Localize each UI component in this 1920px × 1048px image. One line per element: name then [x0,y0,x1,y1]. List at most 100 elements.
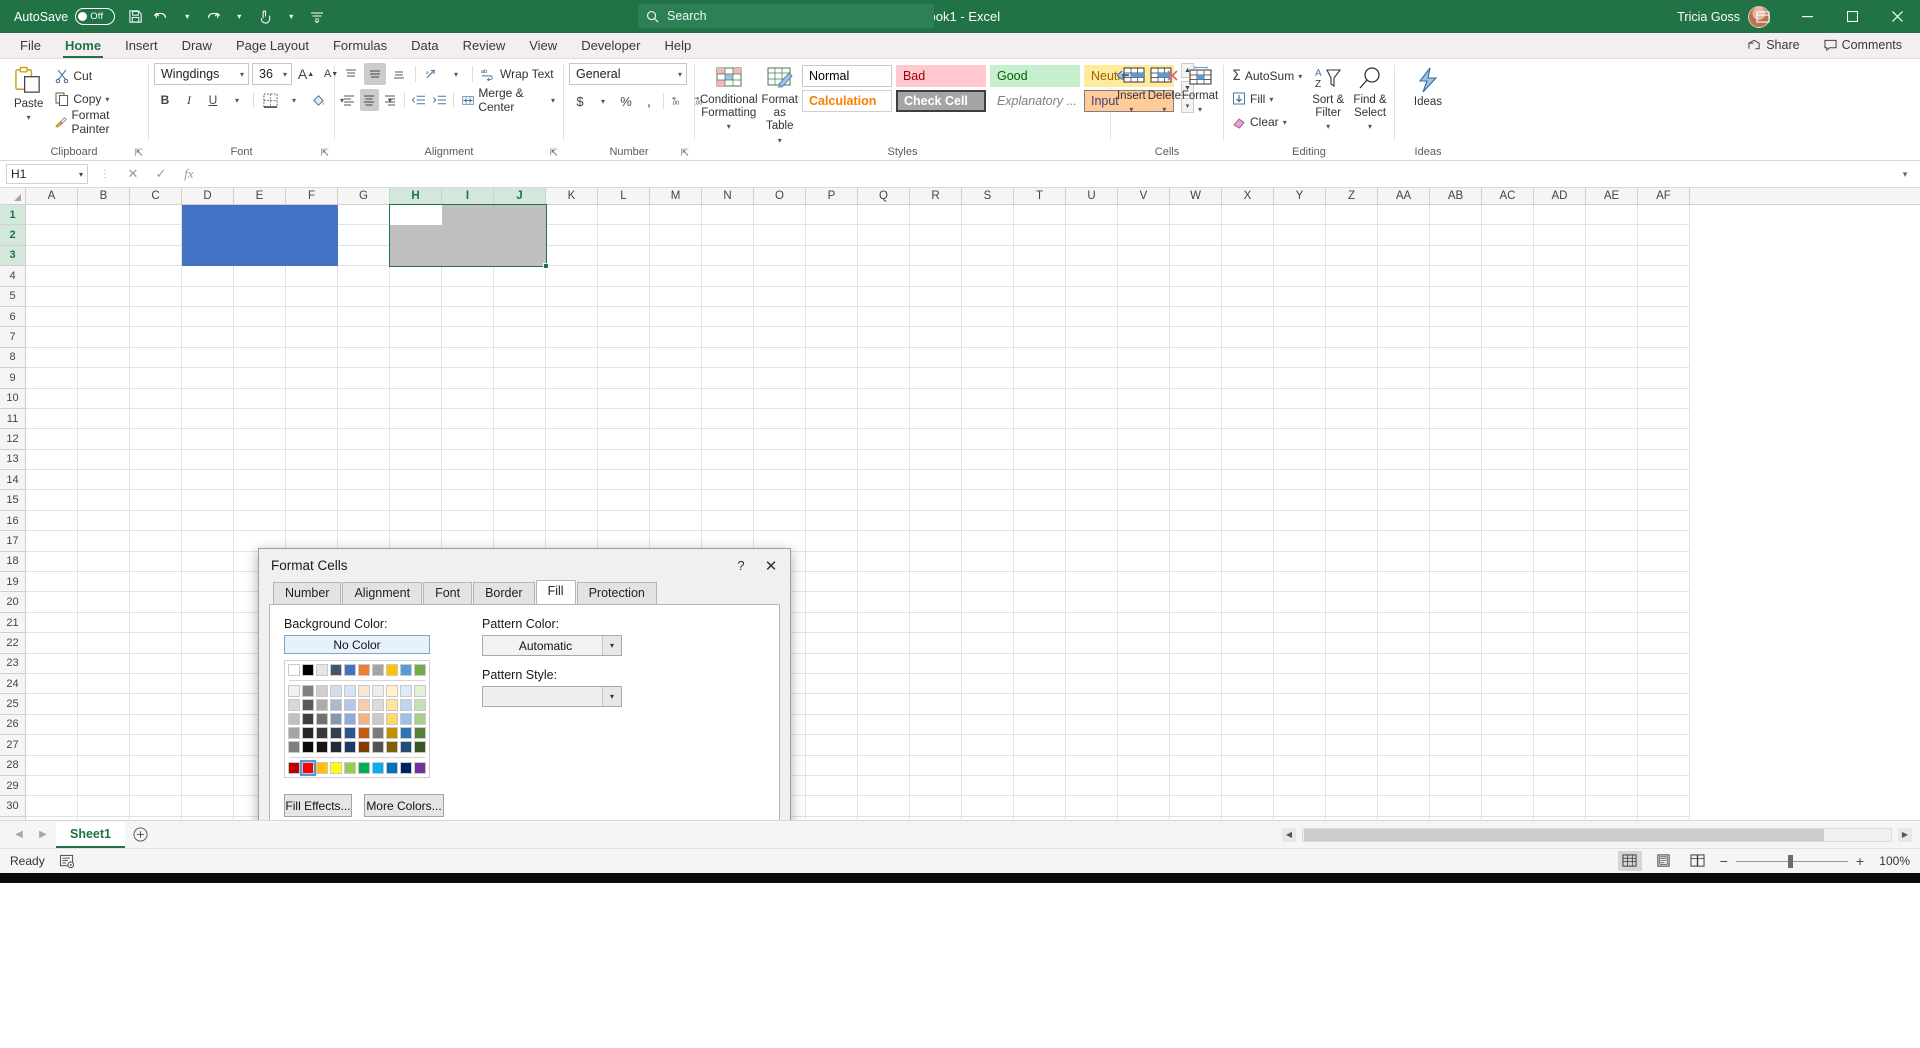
cell-B9[interactable] [78,368,130,389]
cell-G6[interactable] [338,306,390,328]
cell-W26[interactable] [1170,714,1222,736]
cell-AF17[interactable] [1638,531,1690,552]
ribbon-display-options-icon[interactable] [1740,0,1785,33]
cell-AD29[interactable] [1534,775,1586,797]
color-swatch[interactable] [344,685,356,697]
cell-Z13[interactable] [1326,449,1378,471]
cell-Z26[interactable] [1326,714,1378,736]
cell-C27[interactable] [130,735,182,756]
ribbon-tab-data[interactable]: Data [399,35,450,58]
cell-O16[interactable] [754,510,806,532]
paste-dropdown-icon[interactable]: ▾ [27,113,31,122]
color-swatch[interactable] [358,664,370,676]
color-swatch[interactable] [302,685,314,697]
cell-P23[interactable] [806,653,858,674]
cell-T18[interactable] [1014,551,1066,573]
ribbon-tab-help[interactable]: Help [652,35,703,58]
cell-AF6[interactable] [1638,306,1690,328]
cell-V3[interactable] [1118,245,1170,267]
style-normal[interactable]: Normal [801,65,892,87]
cell-M2[interactable] [650,225,702,246]
cell-AA14[interactable] [1378,470,1430,491]
percent-format-button[interactable]: % [615,90,637,112]
color-swatch[interactable] [414,713,426,725]
cell-U3[interactable] [1066,245,1118,267]
cell-X6[interactable] [1222,306,1274,328]
cell-AF13[interactable] [1638,449,1690,471]
cell-B2[interactable] [78,225,130,246]
cell-Q17[interactable] [858,531,910,552]
cell-AD8[interactable] [1534,347,1586,369]
row-header-14[interactable]: 14 [0,470,25,491]
cell-H14[interactable] [390,470,442,491]
cell-T14[interactable] [1014,470,1066,491]
cell-I16[interactable] [442,510,494,532]
cell-AC3[interactable] [1482,245,1534,267]
cell-T30[interactable] [1014,796,1066,817]
cell-A19[interactable] [26,572,78,593]
cell-U13[interactable] [1066,449,1118,471]
color-swatch[interactable] [372,727,384,739]
cell-N15[interactable] [702,490,754,511]
cell-M14[interactable] [650,470,702,491]
autosum-dropdown-icon[interactable]: ▾ [1298,72,1302,81]
cell-J11[interactable] [494,408,546,430]
cell-AF18[interactable] [1638,551,1690,573]
cell-R17[interactable] [910,531,962,552]
paste-button[interactable]: Paste ▾ [5,63,52,122]
cell-R19[interactable] [910,572,962,593]
cell-U31[interactable] [1066,816,1118,820]
ribbon-tab-insert[interactable]: Insert [113,35,170,58]
cell-AE19[interactable] [1586,572,1638,593]
cell-W16[interactable] [1170,510,1222,532]
cell-H11[interactable] [390,408,442,430]
row-header-17[interactable]: 17 [0,531,25,552]
cell-A22[interactable] [26,633,78,654]
cell-AA17[interactable] [1378,531,1430,552]
cell-L11[interactable] [598,408,650,430]
cell-R29[interactable] [910,775,962,797]
expand-formula-bar-icon[interactable]: ▾ [1896,169,1914,180]
cell-AF22[interactable] [1638,633,1690,654]
cell-U25[interactable] [1066,694,1118,715]
cell-R8[interactable] [910,347,962,369]
cell-A12[interactable] [26,429,78,450]
cell-P5[interactable] [806,286,858,307]
cell-S13[interactable] [962,449,1014,471]
cell-AA21[interactable] [1378,612,1430,634]
cell-E12[interactable] [234,429,286,450]
color-swatch[interactable] [358,699,370,711]
cell-T31[interactable] [1014,816,1066,820]
cell-AC2[interactable] [1482,225,1534,246]
cell-AD4[interactable] [1534,266,1586,287]
cell-AE26[interactable] [1586,714,1638,736]
cell-Q24[interactable] [858,673,910,695]
cell-AE15[interactable] [1586,490,1638,511]
cell-N11[interactable] [702,408,754,430]
fill-button[interactable]: Fill ▾ [1229,88,1305,110]
cell-AE16[interactable] [1586,510,1638,532]
color-swatch[interactable] [414,699,426,711]
cell-L13[interactable] [598,449,650,471]
cell-T4[interactable] [1014,266,1066,287]
column-header-K[interactable]: K [546,188,598,204]
cell-V6[interactable] [1118,306,1170,328]
cell-Z11[interactable] [1326,408,1378,430]
cell-O15[interactable] [754,490,806,511]
cell-Y14[interactable] [1274,470,1326,491]
cell-Y8[interactable] [1274,347,1326,369]
cell-T8[interactable] [1014,347,1066,369]
cell-A23[interactable] [26,653,78,674]
cell-V19[interactable] [1118,572,1170,593]
ribbon-tab-review[interactable]: Review [451,35,518,58]
cell-A5[interactable] [26,286,78,307]
cell-V28[interactable] [1118,755,1170,776]
row-header-20[interactable]: 20 [0,592,25,613]
cell-M10[interactable] [650,388,702,409]
color-swatch[interactable] [344,713,356,725]
ribbon-tab-home[interactable]: Home [53,35,113,58]
cell-R18[interactable] [910,551,962,573]
cell-AA3[interactable] [1378,245,1430,267]
cell-V15[interactable] [1118,490,1170,511]
cell-B6[interactable] [78,306,130,328]
